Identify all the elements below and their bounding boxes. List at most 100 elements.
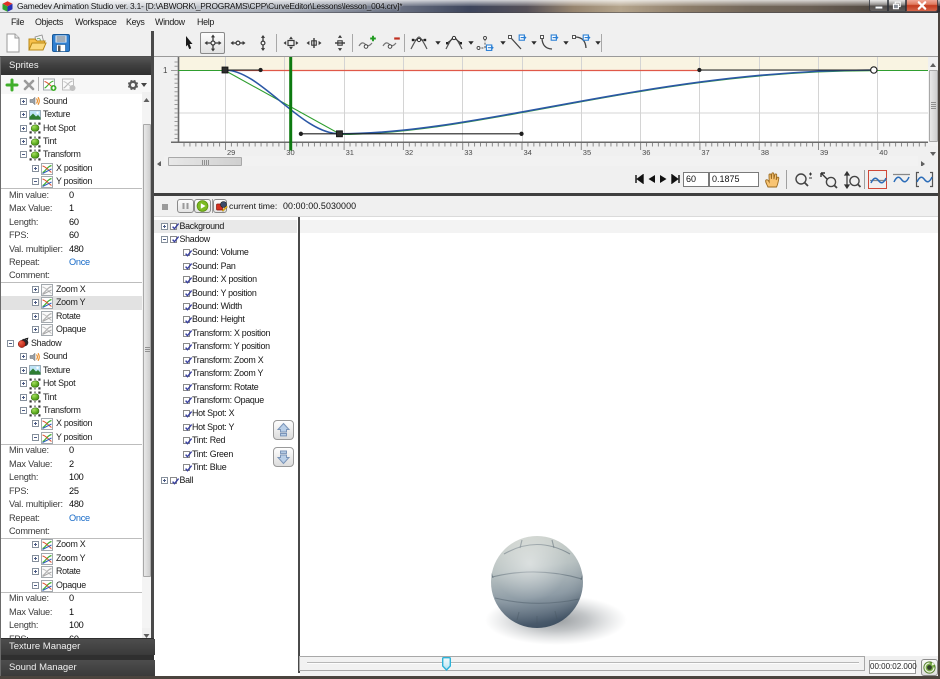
fit-above-button[interactable] bbox=[892, 170, 911, 189]
collapse-icon[interactable] bbox=[32, 434, 39, 441]
expand-icon[interactable] bbox=[161, 223, 168, 230]
add-curve-button[interactable] bbox=[42, 76, 58, 93]
play-button[interactable] bbox=[194, 199, 211, 213]
panel-header-texture-manager[interactable]: Texture Manager bbox=[1, 639, 155, 655]
track-row-transform-zoom-y[interactable]: Transform: Zoom Y bbox=[154, 367, 297, 380]
tool-delete-key[interactable] bbox=[381, 32, 401, 54]
track-row-sound-volume[interactable]: Sound: Volume bbox=[154, 246, 297, 259]
property-value[interactable]: Once bbox=[69, 512, 90, 525]
tree-item-opaque[interactable]: Opaque bbox=[1, 323, 143, 336]
expand-icon[interactable] bbox=[32, 568, 39, 575]
go-last-button[interactable] bbox=[671, 174, 681, 184]
expand-icon[interactable] bbox=[32, 299, 39, 306]
menu-help[interactable]: Help bbox=[197, 13, 214, 31]
track-row-bound-width[interactable]: Bound: Width bbox=[154, 300, 297, 313]
tool-select[interactable] bbox=[181, 32, 197, 54]
tool-segment-ease-out[interactable] bbox=[538, 32, 560, 54]
tree-item-tint[interactable]: Tint bbox=[1, 135, 143, 148]
property-value[interactable]: Once bbox=[69, 256, 90, 269]
track-row-bound-x-position[interactable]: Bound: X position bbox=[154, 273, 297, 286]
timeline-slider[interactable] bbox=[299, 656, 865, 671]
track-checkbox[interactable] bbox=[183, 290, 190, 297]
tool-tangent-peak[interactable] bbox=[408, 32, 430, 54]
tool-move[interactable] bbox=[200, 32, 225, 54]
tree-item-transform[interactable]: Transform bbox=[1, 404, 143, 417]
scroll-left-button[interactable] bbox=[154, 156, 164, 166]
collapse-icon[interactable] bbox=[32, 582, 39, 589]
track-checkbox[interactable] bbox=[183, 437, 190, 444]
frame-number-input[interactable]: 60 bbox=[683, 172, 709, 187]
tree-item-hot-spot[interactable]: Hot Spot bbox=[1, 122, 143, 135]
menu-window[interactable]: Window bbox=[155, 13, 185, 31]
record-button[interactable] bbox=[213, 199, 227, 213]
track-row-transform-x-position[interactable]: Transform: X position bbox=[154, 327, 297, 340]
key-point[interactable] bbox=[336, 131, 342, 137]
tool-move-horizontal[interactable] bbox=[229, 32, 247, 54]
scroll-down-button[interactable] bbox=[928, 146, 938, 156]
delete-sprite-button[interactable] bbox=[22, 76, 35, 93]
stop-button[interactable] bbox=[162, 204, 168, 210]
tool-new-file[interactable] bbox=[2, 32, 24, 54]
track-checkbox[interactable] bbox=[183, 249, 190, 256]
track-row-bound-y-position[interactable]: Bound: Y position bbox=[154, 287, 297, 300]
collapse-icon[interactable] bbox=[7, 340, 14, 347]
menu-objects[interactable]: Objects bbox=[35, 13, 63, 31]
track-row-hot-spot-x[interactable]: Hot Spot: X bbox=[154, 407, 297, 420]
tool-tangent-apex[interactable] bbox=[443, 32, 465, 54]
expand-icon[interactable] bbox=[32, 420, 39, 427]
tool-scale-horizontal[interactable] bbox=[305, 32, 323, 54]
tree-item-x-position[interactable]: X position bbox=[1, 162, 143, 175]
tool-save-file[interactable] bbox=[50, 32, 72, 54]
track-checkbox[interactable] bbox=[183, 397, 190, 404]
expand-icon[interactable] bbox=[32, 541, 39, 548]
key-point[interactable] bbox=[222, 67, 228, 73]
scroll-right-button[interactable] bbox=[918, 156, 928, 166]
menu-file[interactable]: File bbox=[11, 13, 24, 31]
pan-hand-button[interactable] bbox=[763, 171, 781, 189]
scrollbar-thumb[interactable] bbox=[143, 124, 151, 577]
track-row-shadow[interactable]: Shadow bbox=[154, 233, 297, 246]
expand-icon[interactable] bbox=[32, 326, 39, 333]
tool-move-vertical[interactable] bbox=[255, 32, 271, 54]
move-track-down-button[interactable] bbox=[273, 447, 294, 467]
expand-icon[interactable] bbox=[20, 367, 27, 374]
sidebar-scrollbar[interactable] bbox=[142, 92, 151, 638]
collapse-icon[interactable] bbox=[32, 178, 39, 185]
tree-item-y-position[interactable]: Y position bbox=[1, 175, 143, 188]
tree-item-zoom-y[interactable]: Zoom Y bbox=[1, 552, 143, 565]
tool-open-file[interactable] bbox=[26, 32, 48, 54]
panel-header-sound-manager[interactable]: Sound Manager bbox=[1, 660, 155, 676]
expand-icon[interactable] bbox=[32, 286, 39, 293]
tree-item-rotate[interactable]: Rotate bbox=[1, 565, 143, 578]
scroll-up-button[interactable] bbox=[928, 57, 938, 67]
delete-curve-button[interactable] bbox=[61, 76, 77, 93]
close-button[interactable] bbox=[906, 0, 938, 12]
tree-item-opaque[interactable]: Opaque bbox=[1, 579, 143, 592]
track-checkbox[interactable] bbox=[183, 276, 190, 283]
minimize-button[interactable] bbox=[869, 0, 888, 12]
fit-window-button[interactable] bbox=[915, 170, 934, 189]
tree-item-tint[interactable]: Tint bbox=[1, 391, 143, 404]
expand-icon[interactable] bbox=[20, 98, 27, 105]
track-list-separator[interactable] bbox=[298, 217, 300, 673]
go-first-button[interactable] bbox=[634, 174, 644, 184]
collapse-icon[interactable] bbox=[161, 236, 168, 243]
track-row-transform-y-position[interactable]: Transform: Y position bbox=[154, 340, 297, 353]
fit-curve-button[interactable] bbox=[868, 170, 887, 189]
settings-gear-button[interactable] bbox=[126, 76, 139, 93]
tree-item-texture[interactable]: Texture bbox=[1, 364, 143, 377]
tool-segment-ease-in[interactable] bbox=[570, 32, 592, 54]
settings-dropdown-button[interactable] bbox=[140, 76, 148, 93]
track-checkbox[interactable] bbox=[170, 477, 177, 484]
time-cursor[interactable] bbox=[289, 57, 292, 151]
tree-item-rotate[interactable]: Rotate bbox=[1, 310, 143, 323]
scroll-down-button[interactable] bbox=[142, 628, 151, 638]
track-checkbox[interactable] bbox=[183, 451, 190, 458]
track-checkbox[interactable] bbox=[170, 223, 177, 230]
tool-add-key[interactable] bbox=[357, 32, 377, 54]
track-checkbox[interactable] bbox=[183, 370, 190, 377]
tree-item-zoom-x[interactable]: Zoom X bbox=[1, 538, 143, 551]
tree-item-y-position[interactable]: Y position bbox=[1, 431, 143, 444]
timeline-slider-thumb[interactable] bbox=[442, 657, 451, 671]
expand-icon[interactable] bbox=[20, 125, 27, 132]
